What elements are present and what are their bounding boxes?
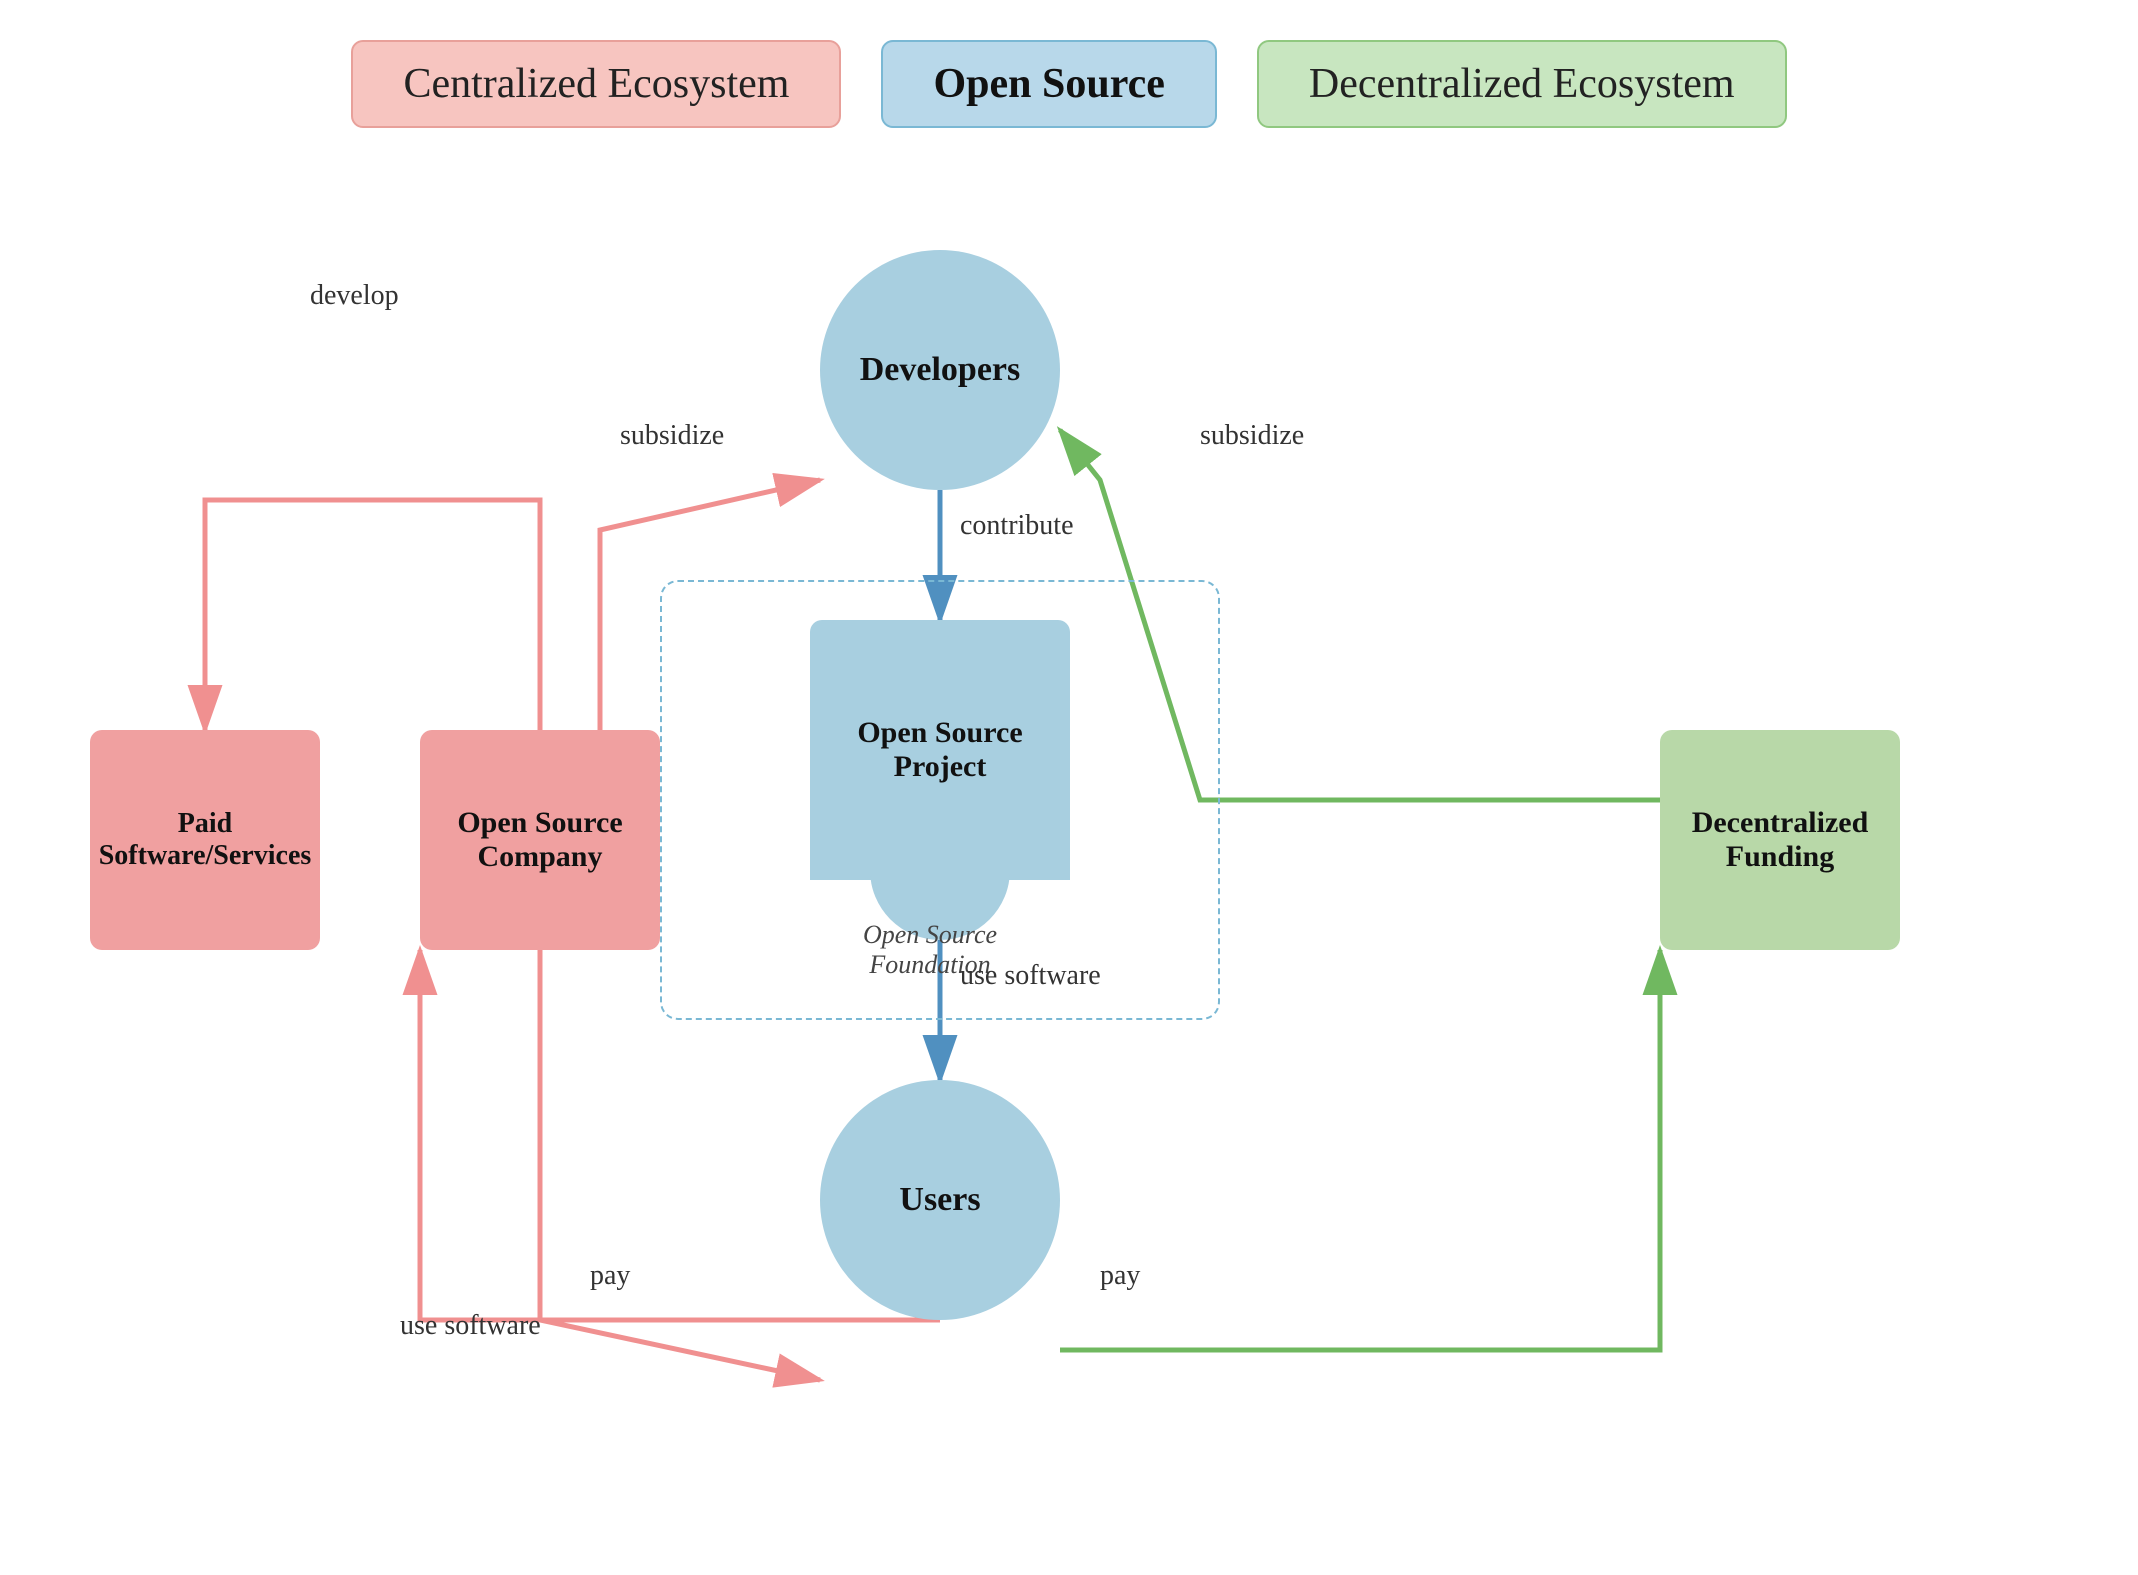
developers-node: Developers xyxy=(820,250,1060,490)
pay-left-label: pay xyxy=(590,1260,630,1292)
legend-opensource: Open Source xyxy=(881,40,1216,128)
opensource-label: Open Source xyxy=(933,61,1164,107)
legend-decentralized: Decentralized Ecosystem xyxy=(1257,40,1787,128)
os-company-node: Open Source Company xyxy=(420,730,660,950)
legend: Centralized Ecosystem Open Source Decent… xyxy=(0,40,2138,128)
subsidize-right-text: subsidize xyxy=(1200,420,1304,451)
os-project-node: Open Source Project xyxy=(810,620,1070,880)
legend-centralized: Centralized Ecosystem xyxy=(351,40,841,128)
diagram: Developers Users Open Source Project Ope… xyxy=(0,200,2138,1575)
paid-software-label: Paid Software/Services xyxy=(99,808,312,872)
use-software-top-text: use software xyxy=(960,960,1101,991)
develop-label: develop xyxy=(310,280,399,312)
use-software-bottom-text: use software xyxy=(400,1310,541,1341)
dec-funding-node: Decentralized Funding xyxy=(1660,730,1900,950)
users-node: Users xyxy=(820,1080,1060,1320)
os-company-label: Open Source Company xyxy=(457,806,622,874)
subsidize-left-label: subsidize xyxy=(620,420,724,452)
pay-left-text: pay xyxy=(590,1260,630,1291)
pay-right-label: pay xyxy=(1100,1260,1140,1292)
develop-text: develop xyxy=(310,280,399,311)
contribute-label: contribute xyxy=(960,510,1074,542)
developers-label: Developers xyxy=(860,351,1021,389)
pay-right-text: pay xyxy=(1100,1260,1140,1291)
users-label: Users xyxy=(899,1181,980,1219)
dec-funding-label: Decentralized Funding xyxy=(1692,806,1869,874)
decentralized-label: Decentralized Ecosystem xyxy=(1309,61,1735,107)
contribute-text: contribute xyxy=(960,510,1074,541)
subsidize-right-label: subsidize xyxy=(1200,420,1304,452)
paid-software-node: Paid Software/Services xyxy=(90,730,320,950)
use-software-bottom-label: use software xyxy=(400,1310,541,1342)
centralized-label: Centralized Ecosystem xyxy=(403,61,789,107)
subsidize-left-text: subsidize xyxy=(620,420,724,451)
os-project-label: Open Source Project xyxy=(857,716,1022,784)
use-software-top-label: use software xyxy=(960,960,1101,992)
